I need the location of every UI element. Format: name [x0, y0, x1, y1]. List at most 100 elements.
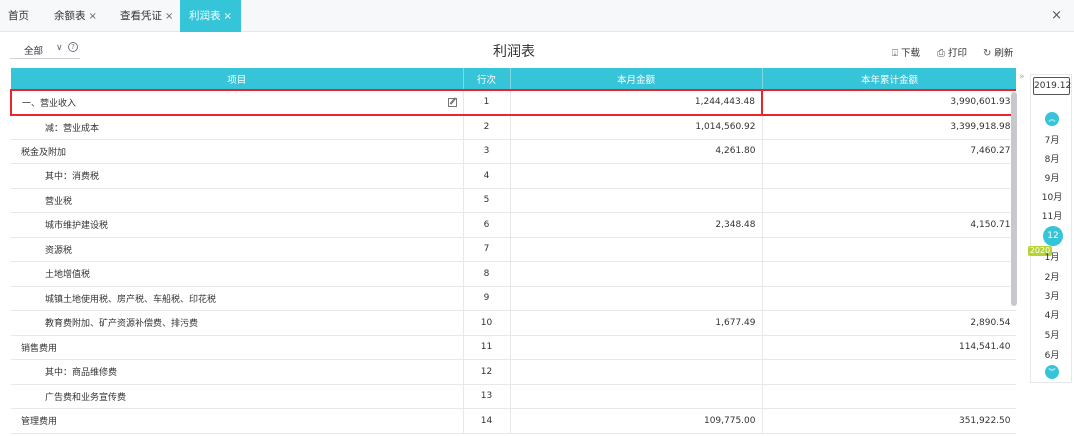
- tab-label: 首页: [8, 10, 29, 22]
- cell-item: 资源税: [11, 237, 464, 262]
- print-label: 打印: [948, 48, 968, 59]
- month-item[interactable]: 2月: [1031, 270, 1073, 283]
- cell-month[interactable]: 4,261.80: [510, 139, 763, 164]
- close-icon[interactable]: ×: [165, 11, 173, 22]
- cell-item: 税金及附加: [11, 139, 464, 164]
- page-title: 利润表: [493, 44, 535, 60]
- period-picker: 2019.12 ︽ 7月 8月 9月 10月 11月 12月 2020 1月 2…: [1028, 74, 1073, 383]
- filter-value: 全部: [24, 46, 44, 57]
- cell-month[interactable]: [510, 286, 763, 311]
- cell-month[interactable]: [510, 163, 763, 189]
- close-icon[interactable]: ×: [89, 11, 97, 22]
- table-row[interactable]: 城市维护建设税 6 2,348.48 4,150.71: [11, 212, 1016, 238]
- scroll-down-icon[interactable]: ︾: [1045, 365, 1059, 379]
- cell-item: 土地增值税: [11, 261, 464, 287]
- month-item[interactable]: 8月: [1031, 152, 1073, 165]
- cell-ytd: 2,890.54: [762, 310, 1016, 336]
- cell-month[interactable]: [510, 384, 763, 409]
- cell-item: 其中：商品维修费: [11, 359, 464, 385]
- table-row[interactable]: 管理费用 14 109,775.00 351,922.50: [11, 408, 1016, 434]
- table-row[interactable]: 广告费和业务宣传费 13: [11, 384, 1016, 409]
- table-row[interactable]: 其中：商品维修费 12: [11, 359, 1016, 385]
- tab-voucher[interactable]: 查看凭证 ×: [120, 0, 173, 32]
- download-icon: ⍗: [892, 48, 898, 59]
- cell-item: 一、营业收入: [10, 89, 464, 116]
- cell-month[interactable]: [510, 359, 763, 385]
- table-row[interactable]: 土地增值税 8: [11, 261, 1016, 287]
- refresh-button[interactable]: ↻ 刷新: [983, 45, 1013, 59]
- cell-ytd: 114,541.40: [762, 335, 1016, 360]
- cell-ytd: 351,922.50: [762, 408, 1016, 434]
- cell-month[interactable]: 1,244,443.48: [510, 89, 763, 116]
- cell-text: 一、营业收入: [22, 98, 77, 109]
- period-year[interactable]: 2019.12: [1033, 77, 1071, 95]
- tab-label: 利润表: [189, 10, 221, 22]
- cell-ytd: [762, 261, 1016, 287]
- print-button[interactable]: ⎙ 打印: [937, 45, 967, 59]
- cell-month[interactable]: [510, 335, 763, 360]
- close-icon[interactable]: ×: [224, 11, 232, 22]
- table-row[interactable]: 其中：消费税 4: [11, 163, 1016, 189]
- cell-item: 城市维护建设税: [11, 212, 464, 238]
- cell-ytd: 3,399,918.98: [762, 114, 1016, 140]
- table-header: 项目 行次 本月金额 本年累计金额: [11, 68, 1016, 90]
- tab-bar: 首页 余额表 × 查看凭证 × 利润表 × ×: [0, 0, 1074, 32]
- cell-line: 5: [463, 188, 511, 213]
- month-item[interactable]: 7月: [1031, 133, 1073, 146]
- cell-line: 13: [463, 384, 511, 409]
- cell-ytd: [762, 286, 1016, 311]
- close-all-icon[interactable]: ×: [1051, 8, 1062, 23]
- month-item-selected[interactable]: 12月: [1043, 226, 1063, 261]
- tab-label: 查看凭证: [120, 10, 162, 22]
- table-row[interactable]: 一、营业收入 1 1,244,443.48 3,990,601.93: [10, 89, 1016, 116]
- header-line: 行次: [463, 68, 511, 90]
- tab-home[interactable]: 首页: [8, 0, 29, 32]
- table-row[interactable]: 税金及附加 3 4,261.80 7,460.27: [11, 139, 1016, 164]
- table-row[interactable]: 减：营业成本 2 1,014,560.92 3,399,918.98: [11, 114, 1016, 140]
- filter-select[interactable]: 全部 ∨ ?: [10, 42, 80, 59]
- cell-ytd: [762, 384, 1016, 409]
- table-row[interactable]: 教育费附加、矿产资源补偿费、排污费 10 1,677.49 2,890.54: [11, 310, 1016, 336]
- table-row[interactable]: 营业税 5: [11, 188, 1016, 213]
- cell-line: 12: [463, 359, 511, 385]
- chevron-down-icon: ∨: [56, 43, 63, 53]
- download-label: 下载: [901, 48, 921, 59]
- cell-month[interactable]: 1,014,560.92: [510, 114, 763, 140]
- cell-ytd: 4,150.71: [762, 212, 1016, 238]
- toolbar: 全部 ∨ ? 利润表 ⍗ 下载 ⎙ 打印 ↻ 刷新: [0, 32, 1074, 68]
- month-item[interactable]: 3月: [1031, 289, 1073, 302]
- income-statement-table: 项目 行次 本月金额 本年累计金额 一、营业收入 1 1,244,443.48 …: [10, 68, 1016, 436]
- table-row[interactable]: 销售费用 11 114,541.40: [11, 335, 1016, 360]
- month-item[interactable]: 4月: [1031, 308, 1073, 321]
- table-row[interactable]: 资源税 7: [11, 237, 1016, 262]
- download-button[interactable]: ⍗ 下载: [892, 45, 920, 59]
- cell-month[interactable]: 2,348.48: [510, 212, 763, 238]
- vertical-scrollbar[interactable]: [1011, 92, 1017, 306]
- tab-label: 余额表: [54, 10, 86, 22]
- cell-month[interactable]: 109,775.00: [510, 408, 763, 434]
- cell-line: 11: [463, 335, 511, 360]
- table-row[interactable]: 城镇土地使用税、房产税、车船税、印花税 9: [11, 286, 1016, 311]
- help-icon[interactable]: ?: [68, 42, 78, 52]
- cell-line: 9: [463, 286, 511, 311]
- month-item[interactable]: 1月: [1031, 250, 1073, 263]
- cell-line: 4: [463, 163, 511, 189]
- month-item[interactable]: 9月: [1031, 171, 1073, 184]
- cell-line: 7: [463, 237, 511, 262]
- month-item[interactable]: 11月: [1031, 209, 1073, 222]
- month-item[interactable]: 10月: [1031, 190, 1073, 203]
- cell-month[interactable]: [510, 188, 763, 213]
- cell-line: 1: [463, 89, 511, 116]
- cell-month[interactable]: 1,677.49: [510, 310, 763, 336]
- cell-month[interactable]: [510, 261, 763, 287]
- cell-month[interactable]: [510, 237, 763, 262]
- tab-income-statement[interactable]: 利润表 ×: [180, 0, 241, 32]
- month-item[interactable]: 5月: [1031, 328, 1073, 341]
- month-item[interactable]: 6月: [1031, 348, 1073, 361]
- header-ytd-amount: 本年累计金额: [762, 68, 1016, 90]
- scroll-up-icon[interactable]: ︽: [1045, 112, 1059, 126]
- edit-icon[interactable]: [447, 98, 457, 107]
- tab-balance[interactable]: 余额表 ×: [54, 0, 97, 32]
- collapse-panel-icon[interactable]: »: [1019, 72, 1025, 82]
- refresh-icon: ↻: [983, 48, 992, 59]
